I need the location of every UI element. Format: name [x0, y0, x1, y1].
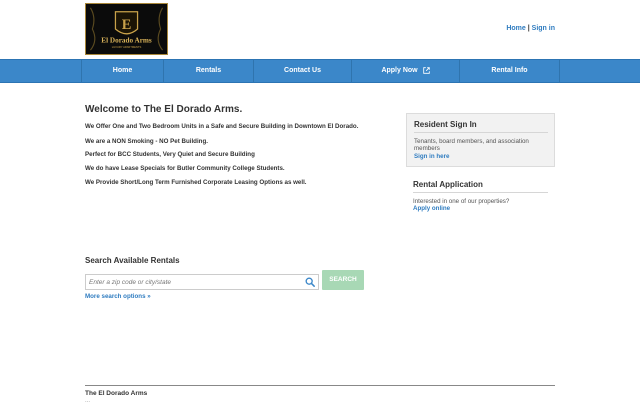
nav-contact-us-label: Contact Us — [284, 67, 321, 74]
nav-home-label: Home — [112, 67, 133, 74]
logo-emblem-letter: E — [122, 17, 132, 33]
top-links: Home | Sign in — [506, 25, 555, 32]
resident-sign-in-title: Resident Sign In — [414, 120, 477, 129]
search-button[interactable]: SEARCH — [322, 270, 364, 290]
rental-application-divider — [413, 192, 548, 193]
nav-rentals[interactable]: Rentals — [163, 60, 253, 82]
top-home-link[interactable]: Home — [506, 25, 525, 32]
search-input[interactable] — [89, 276, 299, 288]
search-rentals-title: Search Available Rentals — [85, 256, 180, 265]
site-logo[interactable]: E El Dorado Arms LUXURY APARTMENTS — [85, 3, 168, 55]
nav-contact-us[interactable]: Contact Us — [253, 60, 351, 82]
resident-sign-in-box: Resident Sign In Tenants, board members,… — [406, 113, 555, 167]
top-links-separator: | — [527, 25, 530, 32]
nav-rental-info-label: Rental Info — [491, 67, 528, 74]
intro-paragraph-2: We are a NON Smoking - NO Pet Building. — [85, 138, 208, 145]
logo-tagline: LUXURY APARTMENTS — [112, 45, 142, 49]
apply-online-link[interactable]: Apply online — [413, 205, 450, 212]
footer-divider — [85, 385, 555, 386]
resident-sign-in-divider — [414, 132, 548, 133]
nav-apply-now[interactable]: Apply Now — [351, 60, 459, 82]
search-box — [85, 274, 319, 290]
intro-paragraph-4: We do have Lease Specials for Butler Com… — [85, 165, 285, 172]
sign-in-here-link[interactable]: Sign in here — [414, 153, 449, 160]
rental-application-title: Rental Application — [413, 180, 483, 189]
nav-home[interactable]: Home — [81, 60, 163, 82]
nav-rental-info[interactable]: Rental Info — [459, 60, 560, 82]
external-link-icon — [422, 66, 430, 74]
top-sign-in-link[interactable]: Sign in — [532, 25, 555, 32]
intro-paragraph-1: We Offer One and Two Bedroom Units in a … — [85, 123, 359, 130]
main-navbar: Home Rentals Contact Us Apply Now Rental… — [0, 59, 640, 83]
nav-apply-now-label: Apply Now — [381, 67, 418, 74]
logo-text: El Dorado Arms — [101, 36, 152, 44]
intro-paragraph-5: We Provide Short/Long Term Furnished Cor… — [85, 179, 307, 186]
rental-application-text: Interested in one of our properties? — [413, 198, 510, 205]
search-icon[interactable] — [305, 277, 315, 287]
footer-address: ... — [85, 398, 91, 404]
intro-paragraph-3: Perfect for BCC Students, Very Quiet and… — [85, 151, 255, 158]
nav-rentals-label: Rentals — [195, 67, 222, 74]
footer-business-name: The El Dorado Arms — [85, 390, 148, 397]
page-title: Welcome to The El Dorado Arms. — [85, 104, 243, 115]
resident-sign-in-text: Tenants, board members, and association … — [414, 138, 529, 152]
more-search-options-link[interactable]: More search options » — [85, 293, 151, 300]
